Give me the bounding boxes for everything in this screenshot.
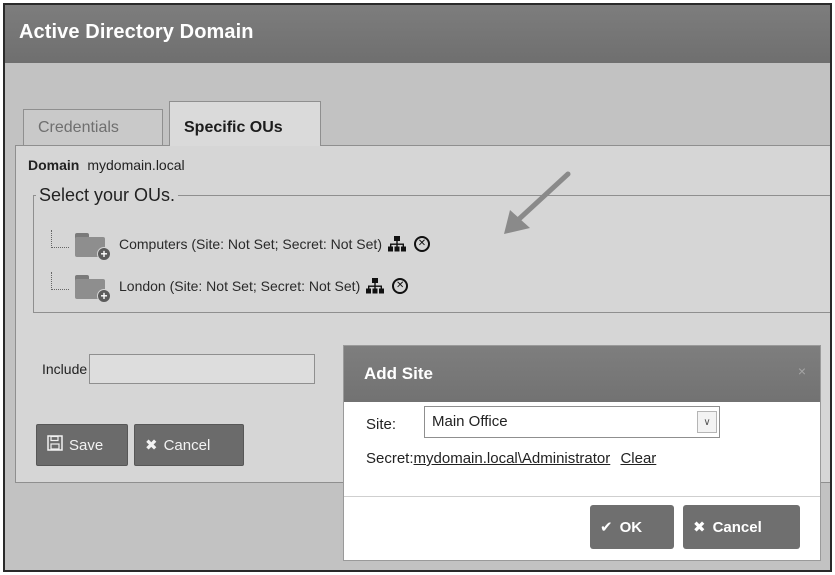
dialog-title: Add Site [344,346,820,402]
dialog-cancel-button[interactable]: ✖ Cancel [683,505,800,549]
save-button[interactable]: Save [36,424,128,466]
include-row: Include [42,354,316,384]
site-select-value: Main Office [432,413,508,430]
sitemap-icon[interactable] [366,278,385,294]
window-title: Active Directory Domain [5,5,830,63]
floppy-disk-icon [47,435,63,455]
annotation-arrow-icon [504,171,571,234]
chevron-down-icon[interactable]: ∨ [697,411,717,433]
folder-add-icon: + [75,231,111,261]
ok-label: OK [619,518,643,536]
add-site-dialog: Add Site × Site: Main Office ∨ Secret:my… [344,346,820,560]
clear-link[interactable]: Clear [620,450,656,467]
site-select[interactable]: Main Office ∨ [424,406,720,438]
ou-fieldset: Select your OUs. + Computers (Site: Not … [33,185,830,313]
domain-row: Domain mydomain.local [28,157,185,173]
ou-item-computers: + Computers (Site: Not Set; Secret: Not … [51,228,430,261]
tab-credentials[interactable]: Credentials [23,109,163,145]
remove-circle-icon[interactable]: ✕ [414,236,430,252]
cancel-button[interactable]: ✖ Cancel [134,424,244,466]
ok-button[interactable]: ✔ OK [590,505,674,549]
secret-link[interactable]: mydomain.local\Administrator [414,450,611,467]
include-label: Include [42,361,88,377]
save-label: Save [69,436,104,454]
tree-connector [51,272,69,290]
domain-value: mydomain.local [87,157,185,173]
domain-label: Domain [28,157,80,173]
folder-add-icon: + [75,273,111,303]
cancel-label: Cancel [163,436,211,454]
secret-label: Secret: [366,450,414,467]
tab-specific-ous[interactable]: Specific OUs [169,101,321,146]
ou-label: Computers (Site: Not Set; Secret: Not Se… [119,236,382,252]
dialog-divider [344,496,820,497]
sitemap-icon[interactable] [388,236,406,252]
checkmark-icon: ✔ [600,519,613,536]
tree-connector [51,230,69,248]
ou-label: London (Site: Not Set; Secret: Not Set) [119,278,361,294]
dialog-close-icon[interactable]: × [798,363,806,379]
x-icon: ✖ [693,519,706,536]
secret-row: Secret:mydomain.local\Administrator Clea… [366,450,656,467]
remove-circle-icon[interactable]: ✕ [392,278,409,294]
site-label: Site: [366,416,397,433]
ou-item-london: + London (Site: Not Set; Secret: Not Set… [51,270,409,303]
x-icon: ✖ [145,437,158,454]
include-input[interactable] [89,354,316,384]
ou-legend: Select your OUs. [39,185,176,205]
dialog-cancel-label: Cancel [712,518,762,536]
